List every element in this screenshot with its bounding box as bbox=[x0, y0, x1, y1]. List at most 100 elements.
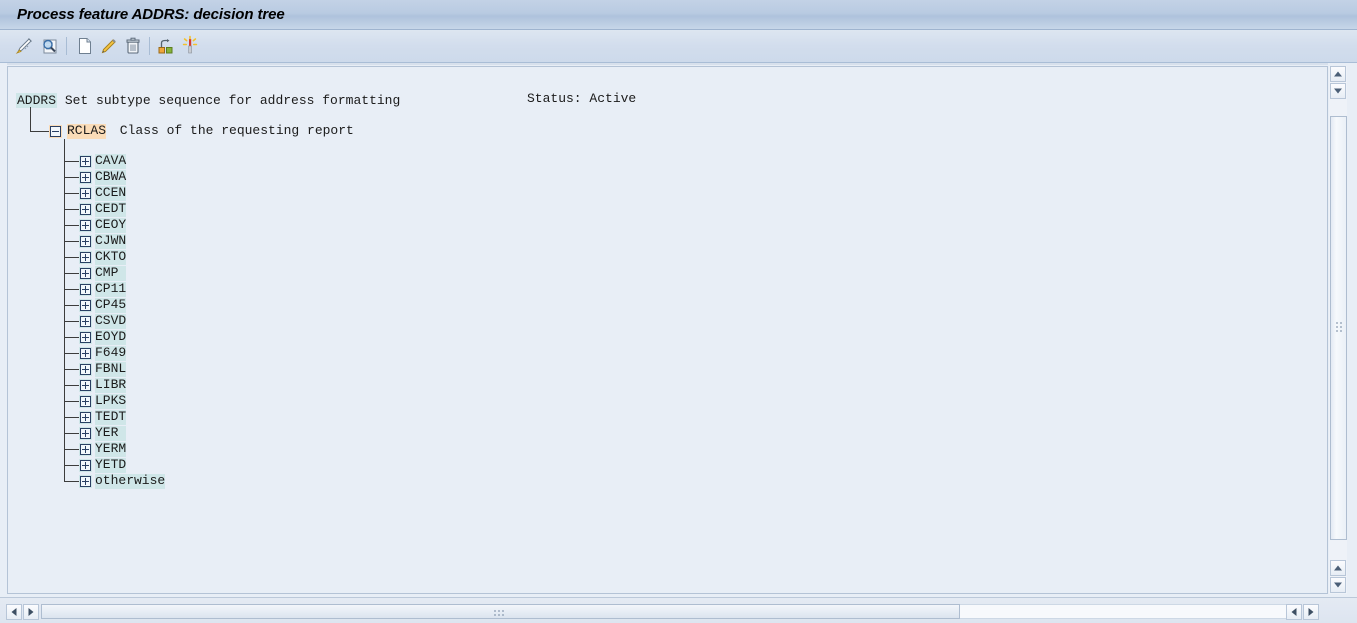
panel-top-divider bbox=[7, 63, 1328, 65]
tree-toggle-cava[interactable] bbox=[79, 155, 92, 168]
tree-toggle-cp11[interactable] bbox=[79, 283, 92, 296]
scroll-left-end-button[interactable] bbox=[1286, 604, 1302, 620]
scroll-right-end-button[interactable] bbox=[1303, 604, 1319, 620]
tree-branch-description-rclas: Class of the requesting report bbox=[112, 123, 354, 138]
tree-connector-child-horizontal bbox=[64, 193, 79, 194]
tree-toggle-cmp[interactable] bbox=[79, 267, 92, 280]
tree-item-f649[interactable]: F649 bbox=[95, 346, 126, 361]
tree-branch-code-rclas[interactable]: RCLAS bbox=[67, 124, 107, 139]
tree-toggle-otherwise[interactable] bbox=[79, 475, 92, 488]
tree-connector-child-horizontal bbox=[64, 337, 79, 338]
tree-toggle-fbnl[interactable] bbox=[79, 363, 92, 376]
tree-item-ckto[interactable]: CKTO bbox=[95, 250, 126, 265]
tree-root-row[interactable]: ADDRS Set subtype sequence for address f… bbox=[16, 91, 401, 108]
tree-toggle-cp45[interactable] bbox=[79, 299, 92, 312]
scroll-up-bottom-button[interactable] bbox=[1330, 560, 1346, 576]
tree-toggle-yetd[interactable] bbox=[79, 459, 92, 472]
spark-icon bbox=[182, 35, 198, 54]
tree-item-cava[interactable]: CAVA bbox=[95, 154, 126, 169]
tree-toggle-f649[interactable] bbox=[79, 347, 92, 360]
tree-item-yer[interactable]: YER bbox=[95, 426, 126, 441]
tree-item-cp45[interactable]: CP45 bbox=[95, 298, 126, 313]
plus-glyph-vertical bbox=[85, 446, 86, 453]
tree-toggle-cjwn[interactable] bbox=[79, 235, 92, 248]
structure-button[interactable] bbox=[155, 35, 177, 57]
plus-glyph-vertical bbox=[85, 286, 86, 293]
tree-item-otherwise[interactable]: otherwise bbox=[95, 474, 165, 489]
tree-item-cp11[interactable]: CP11 bbox=[95, 282, 126, 297]
tree-connector-child-horizontal bbox=[64, 305, 79, 306]
plus-glyph-vertical bbox=[85, 174, 86, 181]
tree-toggle-ccen[interactable] bbox=[79, 187, 92, 200]
plus-glyph-vertical bbox=[85, 398, 86, 405]
scroll-up-top-button[interactable] bbox=[1330, 66, 1346, 82]
tree-item-yerm[interactable]: YERM bbox=[95, 442, 126, 457]
tree-root-description: Set subtype sequence for address formatt… bbox=[57, 93, 401, 108]
plus-glyph-vertical bbox=[85, 462, 86, 469]
tree-toggle-libr[interactable] bbox=[79, 379, 92, 392]
tree-connector-child-horizontal bbox=[64, 401, 79, 402]
tree-toggle-ceoy[interactable] bbox=[79, 219, 92, 232]
tree-item-libr[interactable]: LIBR bbox=[95, 378, 126, 393]
scroll-down-top-button[interactable] bbox=[1330, 83, 1346, 99]
tree-item-cjwn[interactable]: CJWN bbox=[95, 234, 126, 249]
tree-toggle-yer[interactable] bbox=[79, 427, 92, 440]
plus-glyph-vertical bbox=[85, 190, 86, 197]
decision-tree-panel[interactable]: ADDRS Set subtype sequence for address f… bbox=[7, 66, 1328, 594]
plus-glyph-vertical bbox=[85, 222, 86, 229]
tree-item-eoyd[interactable]: EOYD bbox=[95, 330, 126, 345]
scroll-right-start-button[interactable] bbox=[23, 604, 39, 620]
tree-toggle-tedt[interactable] bbox=[79, 411, 92, 424]
application-toolbar: © www.tutorialkart.com bbox=[0, 30, 1357, 91]
tree-toggle-eoyd[interactable] bbox=[79, 331, 92, 344]
delete-node-button[interactable] bbox=[122, 35, 144, 57]
tree-item-cbwa[interactable]: CBWA bbox=[95, 170, 126, 185]
tree-connector-child-horizontal bbox=[64, 433, 79, 434]
tree-item-yetd[interactable]: YETD bbox=[95, 458, 126, 473]
create-node-button[interactable] bbox=[74, 35, 96, 57]
plus-glyph-vertical bbox=[85, 382, 86, 389]
scroll-left-start-button[interactable] bbox=[6, 604, 22, 620]
horizontal-scrollbar-trough[interactable] bbox=[960, 604, 1295, 619]
plus-glyph-vertical bbox=[85, 334, 86, 341]
tree-connector-child-horizontal bbox=[64, 385, 79, 386]
plus-glyph-vertical bbox=[85, 318, 86, 325]
tree-toggle-cedt[interactable] bbox=[79, 203, 92, 216]
highlight-button[interactable] bbox=[179, 35, 201, 57]
tree-item-ccen[interactable]: CCEN bbox=[95, 186, 126, 201]
display-feature-button[interactable] bbox=[39, 35, 61, 57]
tree-item-cedt[interactable]: CEDT bbox=[95, 202, 126, 217]
tree-connector-child-horizontal bbox=[64, 481, 79, 482]
tree-connector-child-horizontal bbox=[64, 177, 79, 178]
tree-item-fbnl[interactable]: FBNL bbox=[95, 362, 126, 377]
tree-toggle-cbwa[interactable] bbox=[79, 171, 92, 184]
vertical-scrollbar-thumb[interactable] bbox=[1330, 116, 1347, 540]
tree-toggle-yerm[interactable] bbox=[79, 443, 92, 456]
horizontal-scrollbar-thumb[interactable] bbox=[41, 604, 960, 619]
tree-item-lpks[interactable]: LPKS bbox=[95, 394, 126, 409]
tree-connector-child-horizontal bbox=[64, 161, 79, 162]
tree-toggle-lpks[interactable] bbox=[79, 395, 92, 408]
tree-connector-child-horizontal bbox=[64, 465, 79, 466]
tree-connector-child-horizontal bbox=[64, 241, 79, 242]
pencil-icon bbox=[101, 39, 116, 54]
tree-connector-child-horizontal bbox=[64, 209, 79, 210]
tree-connector-child-horizontal bbox=[64, 353, 79, 354]
change-feature-button[interactable] bbox=[14, 35, 36, 57]
toolbar-separator-1 bbox=[66, 37, 67, 55]
plus-glyph-vertical bbox=[85, 206, 86, 213]
tree-toggle-csvd[interactable] bbox=[79, 315, 92, 328]
tree-toggle-rclas[interactable] bbox=[49, 125, 62, 138]
tree-root-code[interactable]: ADDRS bbox=[16, 93, 58, 108]
tree-item-tedt[interactable]: TEDT bbox=[95, 410, 126, 425]
edit-node-button[interactable] bbox=[98, 35, 120, 57]
plus-glyph-vertical bbox=[85, 302, 86, 309]
plus-glyph-vertical bbox=[85, 350, 86, 357]
tree-toggle-ckto[interactable] bbox=[79, 251, 92, 264]
tree-item-cmp[interactable]: CMP bbox=[95, 266, 126, 281]
tree-connector-child-horizontal bbox=[64, 321, 79, 322]
tree-item-csvd[interactable]: CSVD bbox=[95, 314, 126, 329]
tree-item-ceoy[interactable]: CEOY bbox=[95, 218, 126, 233]
scroll-down-bottom-button[interactable] bbox=[1330, 577, 1346, 593]
tree-connector-child-horizontal bbox=[64, 225, 79, 226]
